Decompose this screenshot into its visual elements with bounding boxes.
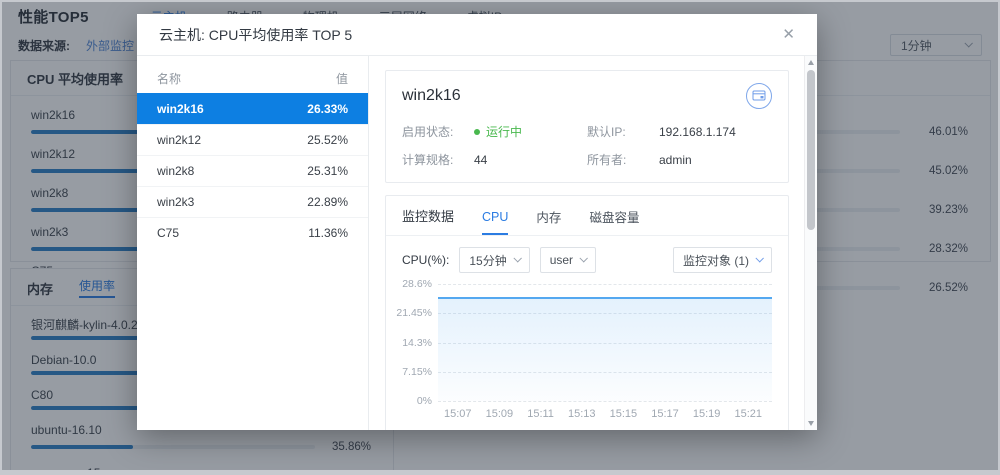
- x-tick: 15:07: [444, 408, 472, 420]
- x-tick: 15:13: [568, 408, 596, 420]
- x-tick: 15:15: [610, 408, 638, 420]
- scroll-up-icon[interactable]: [808, 60, 814, 65]
- monitor-tab-cpu[interactable]: CPU: [482, 210, 508, 235]
- y-tick: 28.6%: [402, 278, 432, 290]
- list-row-win2k16[interactable]: win2k1626.33%: [137, 93, 368, 124]
- monitor-tab-memory[interactable]: 内存: [536, 207, 561, 235]
- y-tick: 7.15%: [402, 366, 432, 378]
- vm-detail-pane: win2k16 启用状态: 运行中: [369, 56, 817, 430]
- monitor-title: 监控数据: [402, 206, 454, 235]
- y-tick: 0%: [417, 395, 432, 407]
- modal-scrollbar[interactable]: [804, 56, 817, 430]
- app-window: 性能TOP5 云主机 路由器 物理机 三层网络 虚拟IP 数据来源: 外部监控 …: [0, 0, 1000, 475]
- monitor-objects-select[interactable]: 监控对象 (1): [673, 247, 772, 273]
- y-tick: 21.45%: [396, 307, 432, 319]
- chevron-down-icon: [755, 254, 763, 262]
- chevron-down-icon: [580, 254, 588, 262]
- x-tick: 15:11: [527, 408, 554, 420]
- chevron-down-icon: [513, 254, 521, 262]
- cpu-interval-select[interactable]: 15分钟: [459, 247, 529, 273]
- list-row-c75[interactable]: C7511.36%: [137, 217, 368, 248]
- modal-title: 云主机: CPU平均使用率 TOP 5: [159, 25, 352, 45]
- y-tick: 14.3%: [402, 337, 432, 349]
- console-icon: [752, 90, 766, 102]
- list-row-win2k8[interactable]: win2k825.31%: [137, 155, 368, 186]
- list-header-name: 名称: [157, 70, 181, 87]
- field-default-ip: 默认IP: 192.168.1.174: [587, 123, 772, 140]
- cpu-line-chart: 28.6% 21.45% 14.3% 7.15% 0%: [386, 282, 788, 420]
- list-row-win2k3[interactable]: win2k322.89%: [137, 186, 368, 217]
- x-tick: 15:09: [486, 408, 514, 420]
- chart-plot-area[interactable]: [438, 284, 772, 401]
- cpu-top5-modal: 云主机: CPU平均使用率 TOP 5 ✕ 名称 值 win2k1626.33%…: [137, 14, 817, 430]
- field-compute-spec: 计算规格: 44: [402, 151, 587, 168]
- x-tick: 15:21: [734, 408, 762, 420]
- monitor-tab-disk[interactable]: 磁盘容量: [589, 207, 639, 235]
- cpu-metric-select[interactable]: user: [540, 247, 596, 273]
- list-header-value: 值: [336, 70, 348, 87]
- field-owner: 所有者: admin: [587, 151, 772, 168]
- series-area: [438, 297, 772, 401]
- x-tick: 15:17: [651, 408, 679, 420]
- series-line: [438, 297, 772, 299]
- field-status: 启用状态: 运行中: [402, 123, 587, 140]
- console-button[interactable]: [746, 83, 772, 109]
- cpu-metric-label: CPU(%):: [402, 253, 449, 267]
- top5-list: 名称 值 win2k1626.33% win2k1225.52% win2k82…: [137, 56, 369, 430]
- vm-info-card: win2k16 启用状态: 运行中: [385, 70, 789, 183]
- monitor-card: 监控数据 CPU 内存 磁盘容量 CPU(%): 15分钟 user: [385, 195, 789, 430]
- x-tick: 15:19: [693, 408, 721, 420]
- scrollbar-thumb[interactable]: [807, 70, 815, 230]
- vm-name: win2k16: [402, 87, 461, 105]
- close-icon[interactable]: ✕: [782, 27, 795, 42]
- status-dot: [474, 129, 480, 135]
- list-row-win2k12[interactable]: win2k1225.52%: [137, 124, 368, 155]
- scroll-down-icon[interactable]: [808, 421, 814, 426]
